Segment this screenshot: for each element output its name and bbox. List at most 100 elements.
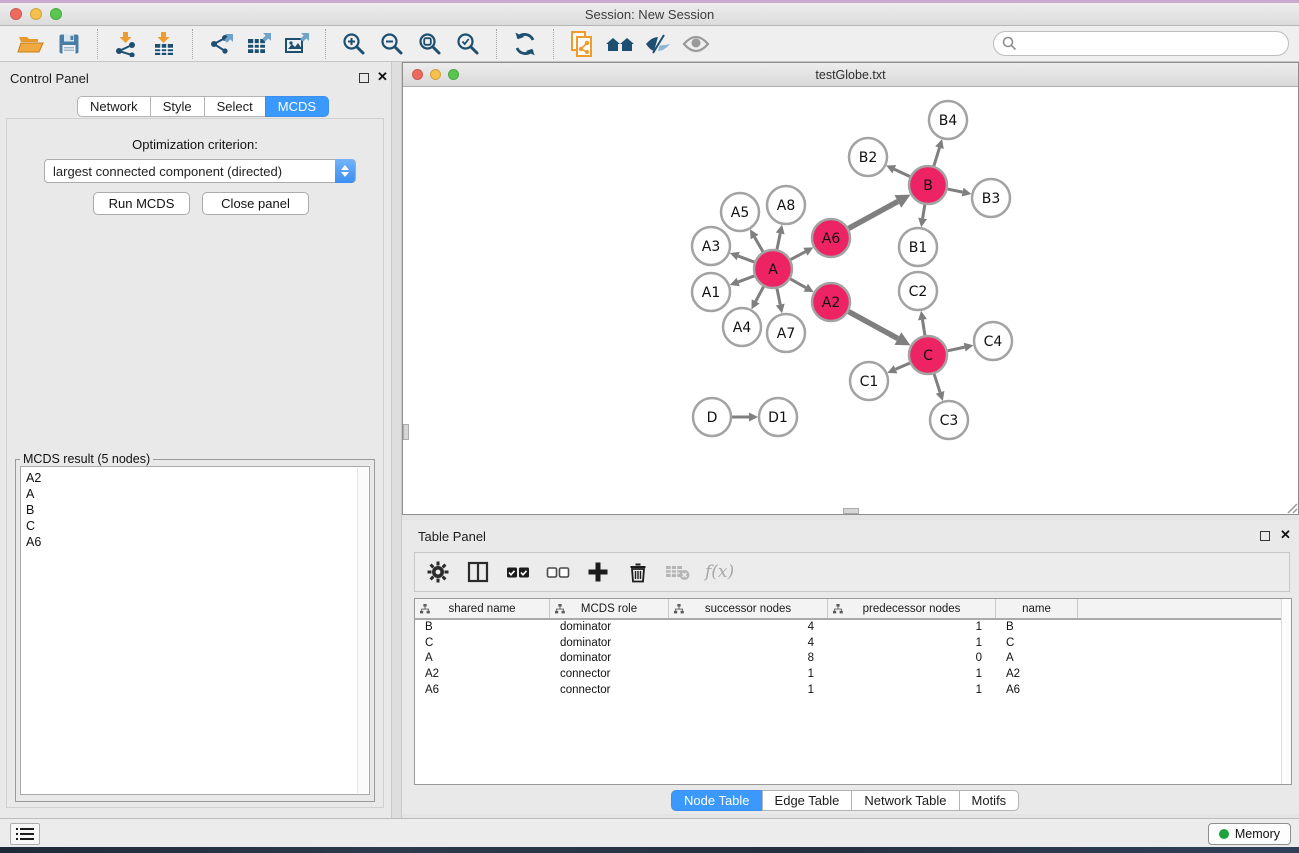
graph-node-B2[interactable]: B2 xyxy=(849,138,887,176)
zoom-out-icon[interactable] xyxy=(373,29,411,59)
mcds-result-list[interactable]: A2ABCA6 xyxy=(20,466,370,795)
graph-edge-A6-B[interactable] xyxy=(849,201,898,228)
graph-node-A5[interactable]: A5 xyxy=(721,193,759,231)
export-image-icon[interactable] xyxy=(278,29,316,59)
trash-icon[interactable] xyxy=(625,559,651,585)
graph-node-A6[interactable]: A6 xyxy=(812,219,850,257)
node-table[interactable]: shared nameMCDS rolesuccessor nodesprede… xyxy=(414,598,1292,785)
graph-edge-B-B3[interactable] xyxy=(948,189,963,192)
run-mcds-button[interactable]: Run MCDS xyxy=(93,192,190,215)
search-field[interactable] xyxy=(993,31,1289,56)
graph-node-D1[interactable]: D1 xyxy=(759,398,797,436)
table-cell[interactable]: 1 xyxy=(669,683,828,699)
columns-icon[interactable] xyxy=(465,559,491,585)
graph-edge-A2-C[interactable] xyxy=(849,312,898,339)
table-cell[interactable]: 1 xyxy=(828,636,996,652)
optimization-criterion-dropdown[interactable]: largest connected component (directed) xyxy=(44,159,356,183)
table-cell[interactable]: dominator xyxy=(550,636,669,652)
export-network-icon[interactable] xyxy=(202,29,240,59)
tab-style[interactable]: Style xyxy=(150,96,205,117)
graph-edge-A-A7[interactable] xyxy=(777,289,780,305)
horizontal-scroll-thumb[interactable] xyxy=(843,508,859,514)
table-cell[interactable]: 1 xyxy=(669,667,828,683)
graph-node-C2[interactable]: C2 xyxy=(899,272,937,310)
table-cell[interactable]: A xyxy=(415,651,550,667)
search-input[interactable] xyxy=(1017,36,1288,51)
session-document-icon[interactable] xyxy=(563,29,601,59)
zoom-selected-icon[interactable] xyxy=(449,29,487,59)
resize-grip-icon[interactable] xyxy=(1285,501,1298,514)
function-fx-icon[interactable]: f(x) xyxy=(705,559,734,585)
table-cell[interactable]: A2 xyxy=(996,667,1078,683)
tab-node-table[interactable]: Node Table xyxy=(671,790,763,811)
table-scrollbar-track[interactable] xyxy=(1281,599,1291,784)
graph-node-A[interactable]: A xyxy=(754,250,792,288)
graph-edge-A-A2[interactable] xyxy=(790,279,805,288)
main-titlebar[interactable]: Session: New Session xyxy=(0,3,1299,26)
graph-node-A8[interactable]: A8 xyxy=(767,186,805,224)
table-cell[interactable]: dominator xyxy=(550,651,669,667)
table-cell[interactable]: 0 xyxy=(828,651,996,667)
graph-node-C[interactable]: C xyxy=(909,336,947,374)
import-network-icon[interactable] xyxy=(107,29,145,59)
graph-edge-C-C2[interactable] xyxy=(922,320,924,336)
table-cell[interactable]: connector xyxy=(550,683,669,699)
zoom-fit-icon[interactable] xyxy=(411,29,449,59)
network-window-titlebar[interactable]: testGlobe.txt xyxy=(403,63,1298,87)
gear-icon[interactable] xyxy=(425,559,451,585)
table-cell[interactable]: 1 xyxy=(828,620,996,636)
graph-edge-B-B2[interactable] xyxy=(894,169,910,176)
graph-edge-C-C3[interactable] xyxy=(934,374,940,392)
tab-network[interactable]: Network xyxy=(77,96,151,117)
scrollbar-track[interactable] xyxy=(357,468,368,793)
column-header-predecessor-nodes[interactable]: predecessor nodes xyxy=(828,599,996,618)
table-cell[interactable]: A6 xyxy=(996,683,1078,699)
select-all-checks-icon[interactable] xyxy=(505,559,531,585)
table-row[interactable]: A2connector11A2 xyxy=(415,667,1291,683)
graph-edge-C-C4[interactable] xyxy=(948,347,965,351)
graph-node-B3[interactable]: B3 xyxy=(972,179,1010,217)
close-panel-icon[interactable]: ✕ xyxy=(1280,528,1291,542)
table-cell[interactable]: connector xyxy=(550,667,669,683)
column-header-shared-name[interactable]: shared name xyxy=(415,599,550,618)
table-row[interactable]: Adominator80A xyxy=(415,651,1291,667)
table-cell[interactable]: 4 xyxy=(669,636,828,652)
table-cell[interactable]: A6 xyxy=(415,683,550,699)
graph-node-A4[interactable]: A4 xyxy=(723,308,761,346)
table-cell[interactable]: C xyxy=(415,636,550,652)
memory-button[interactable]: Memory xyxy=(1208,823,1291,845)
graphics-details-icon[interactable] xyxy=(639,29,677,59)
table-cell[interactable]: dominator xyxy=(550,620,669,636)
graph-node-A7[interactable]: A7 xyxy=(767,314,805,352)
mcds-result-item[interactable]: B xyxy=(21,502,369,518)
column-header-successor-nodes[interactable]: successor nodes xyxy=(669,599,828,618)
graph-node-D[interactable]: D xyxy=(693,398,731,436)
panel-resize-gutter[interactable] xyxy=(391,62,402,818)
graph-node-A2[interactable]: A2 xyxy=(812,283,850,321)
table-row[interactable]: Bdominator41B xyxy=(415,620,1291,636)
tab-select[interactable]: Select xyxy=(204,96,266,117)
table-cell[interactable]: 8 xyxy=(669,651,828,667)
graph-node-C3[interactable]: C3 xyxy=(930,401,968,439)
tab-edge-table[interactable]: Edge Table xyxy=(762,790,853,811)
table-cell[interactable]: A2 xyxy=(415,667,550,683)
graph-edge-A-A4[interactable] xyxy=(756,287,764,302)
table-cell[interactable]: 1 xyxy=(828,667,996,683)
vertical-scroll-thumb[interactable] xyxy=(403,424,409,440)
import-table-icon[interactable] xyxy=(145,29,183,59)
graph-node-A3[interactable]: A3 xyxy=(692,227,730,265)
birdseye-home-icon[interactable] xyxy=(601,29,639,59)
graph-node-C1[interactable]: C1 xyxy=(850,362,888,400)
table-cell[interactable]: C xyxy=(996,636,1078,652)
open-folder-icon[interactable] xyxy=(12,29,50,59)
mcds-result-item[interactable]: A6 xyxy=(21,534,369,550)
eye-icon[interactable] xyxy=(677,29,715,59)
table-cell[interactable]: B xyxy=(996,620,1078,636)
mcds-result-item[interactable]: A2 xyxy=(21,470,369,486)
tab-mcds[interactable]: MCDS xyxy=(265,96,329,117)
table-cell[interactable]: A xyxy=(996,651,1078,667)
deselect-all-boxes-icon[interactable] xyxy=(545,559,571,585)
float-panel-icon[interactable] xyxy=(359,73,369,83)
graph-edge-A-A8[interactable] xyxy=(777,233,780,249)
table-cell[interactable]: 1 xyxy=(828,683,996,699)
